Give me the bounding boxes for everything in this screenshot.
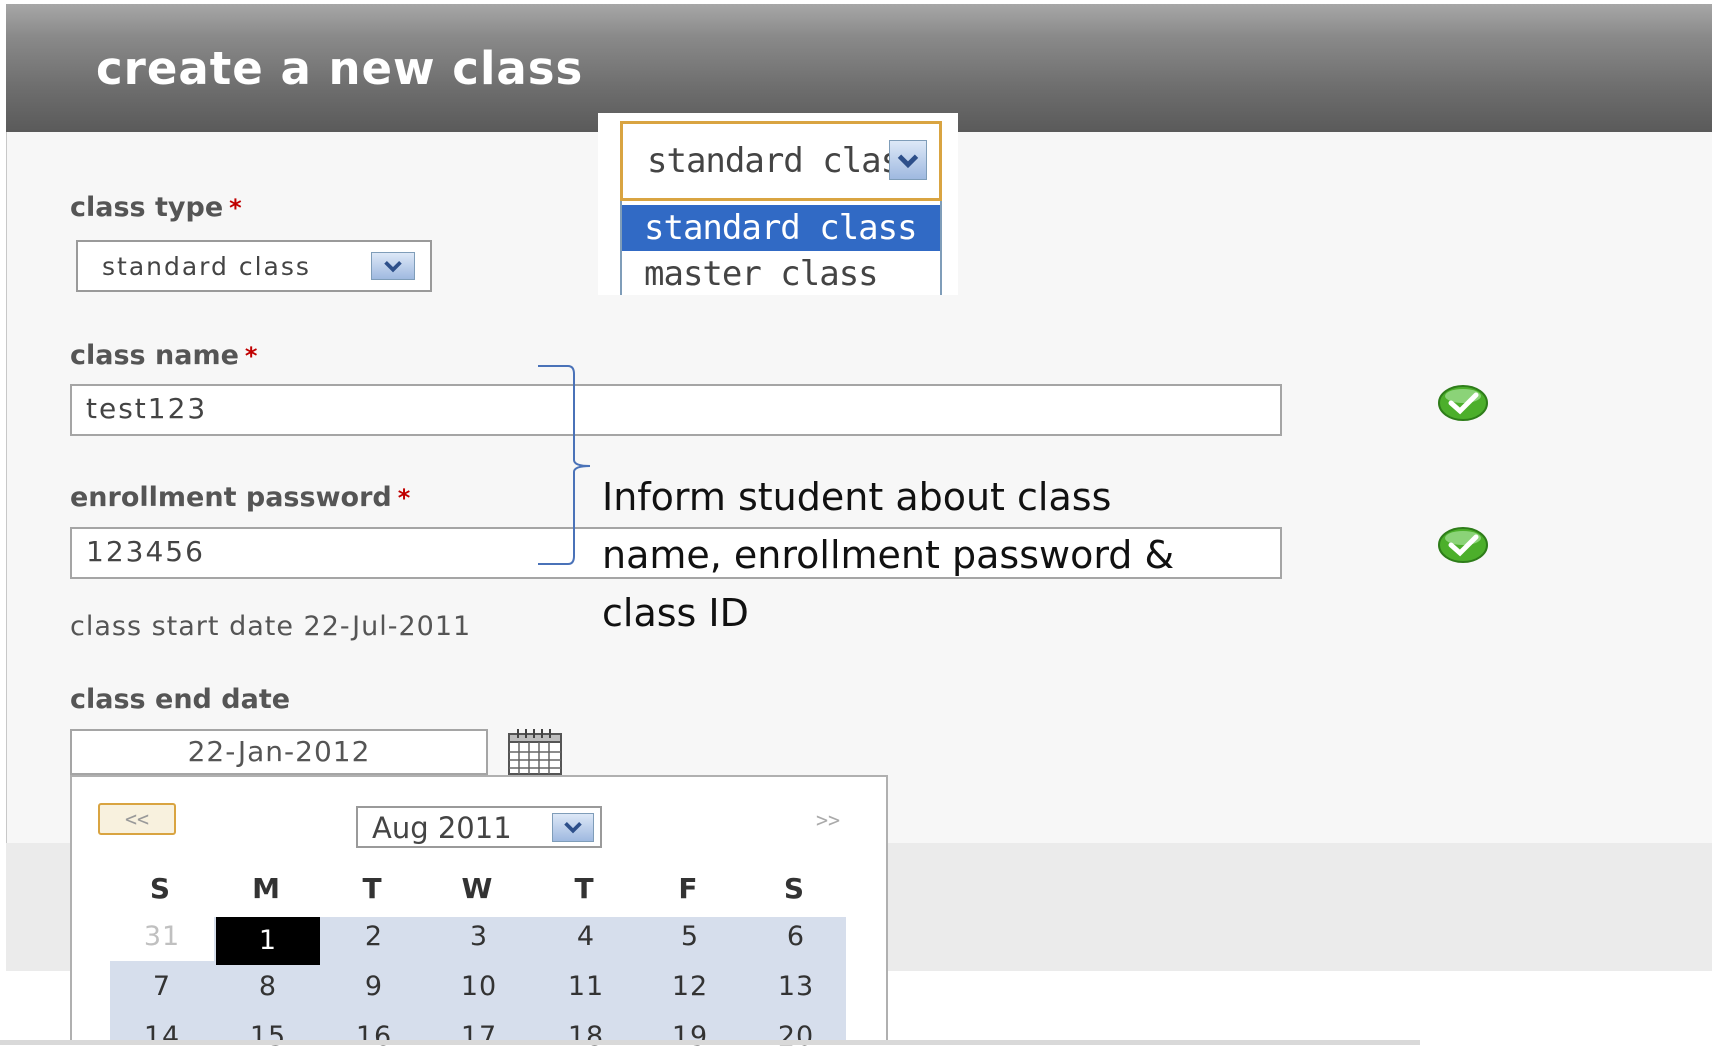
- class-type-label: class type *: [70, 192, 242, 223]
- class-start-date-text: class start date 22-Jul-2011: [70, 611, 472, 642]
- calendar-day[interactable]: 9: [322, 963, 426, 1011]
- weekday-header: F: [678, 872, 698, 905]
- calendar-day[interactable]: 31: [110, 913, 214, 961]
- valid-check-icon: [1438, 385, 1488, 421]
- calendar-day[interactable]: 8: [216, 963, 320, 1011]
- chevron-down-icon: [552, 813, 594, 842]
- weekday-header: S: [149, 872, 171, 905]
- class-name-label: class name *: [70, 340, 257, 371]
- class-name-input[interactable]: test123: [70, 384, 1282, 436]
- next-month-button[interactable]: >>: [800, 806, 856, 834]
- calendar-day[interactable]: 20: [744, 1013, 848, 1061]
- annotation-note: Inform student about class name, enrollm…: [602, 475, 1175, 635]
- calendar-day[interactable]: 17: [427, 1013, 531, 1061]
- calendar-day[interactable]: 3: [427, 913, 531, 961]
- class-name-label-text: class name: [70, 340, 239, 371]
- calendar-day[interactable]: 13: [744, 963, 848, 1011]
- required-mark: *: [397, 484, 411, 512]
- calendar-day-selected[interactable]: 1: [216, 917, 320, 965]
- dropdown-option-standard-class[interactable]: standard class: [622, 205, 940, 251]
- enrollment-password-label-text: enrollment password: [70, 482, 392, 513]
- class-type-label-text: class type: [70, 192, 224, 223]
- calendar-day[interactable]: 12: [638, 963, 742, 1011]
- calendar-day[interactable]: 5: [638, 913, 742, 961]
- chevron-down-icon: [889, 140, 927, 180]
- valid-check-icon: [1438, 527, 1488, 563]
- weekday-header: M: [252, 872, 280, 905]
- class-end-date-input[interactable]: 22-Jan-2012: [70, 729, 488, 775]
- calendar-day[interactable]: 10: [427, 963, 531, 1011]
- class-end-date-label: class end date: [70, 684, 291, 715]
- class-type-select-value: standard class: [102, 252, 311, 281]
- required-mark: *: [229, 194, 242, 222]
- class-type-select[interactable]: standard class: [76, 240, 432, 292]
- dropdown-option-master-class[interactable]: master class: [622, 251, 940, 297]
- dropdown-select-value: standard class: [647, 141, 921, 181]
- weekday-header: T: [574, 872, 594, 905]
- bottom-divider: [0, 1040, 1420, 1045]
- calendar-day[interactable]: 18: [534, 1013, 638, 1061]
- calendar-icon[interactable]: [506, 726, 566, 776]
- prev-month-button[interactable]: <<: [98, 803, 176, 835]
- required-mark: *: [244, 342, 258, 370]
- weekday-header: T: [362, 872, 382, 905]
- page-title: create a new class: [96, 42, 584, 95]
- calendar-day[interactable]: 16: [322, 1013, 426, 1061]
- enrollment-password-label: enrollment password *: [70, 482, 410, 513]
- dropdown-options-list: standard class master class: [620, 201, 942, 295]
- annotation-bracket: [538, 365, 591, 565]
- weekday-header: W: [461, 872, 493, 905]
- month-select-value: Aug 2011: [372, 811, 512, 845]
- month-select[interactable]: Aug 2011: [356, 806, 602, 848]
- class-type-dropdown-select[interactable]: standard class: [620, 121, 942, 201]
- calendar-day[interactable]: 7: [110, 963, 214, 1011]
- calendar-day[interactable]: 2: [322, 913, 426, 961]
- weekday-header: S: [783, 872, 805, 905]
- calendar-day[interactable]: 14: [110, 1013, 214, 1061]
- calendar-day[interactable]: 6: [744, 913, 848, 961]
- calendar-day[interactable]: 4: [534, 913, 638, 961]
- calendar-day[interactable]: 11: [534, 963, 638, 1011]
- calendar-day[interactable]: 19: [638, 1013, 742, 1061]
- chevron-down-icon: [371, 252, 415, 280]
- calendar-day[interactable]: 15: [216, 1013, 320, 1061]
